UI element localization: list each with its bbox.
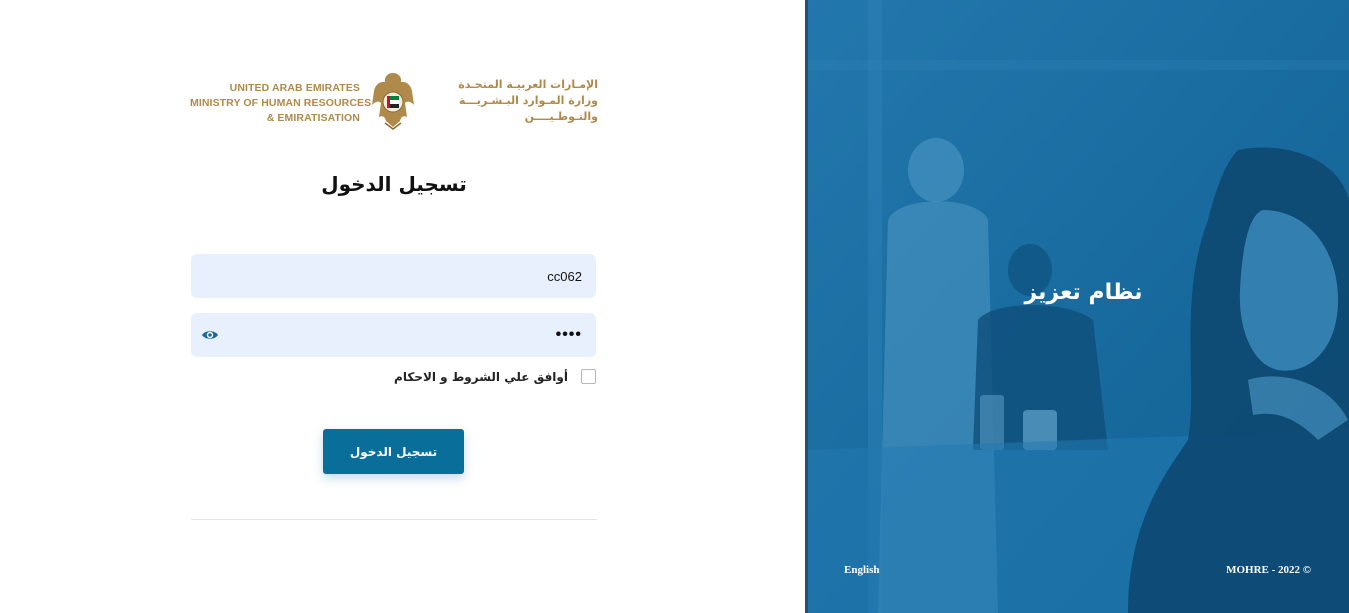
- language-switch-link[interactable]: English: [844, 564, 879, 576]
- username-input[interactable]: [231, 254, 582, 298]
- logo-en-line: MINISTRY OF HUMAN RESOURCES: [190, 97, 372, 109]
- logo-ar-line: والتـوطـيــــن: [524, 110, 598, 123]
- password-input[interactable]: [231, 313, 582, 357]
- system-name-heading: نظام تعزيز: [1024, 280, 1143, 305]
- terms-label[interactable]: أوافق علي الشروط و الاحكام: [394, 368, 568, 386]
- username-field[interactable]: [191, 254, 596, 298]
- divider: [191, 519, 597, 520]
- logo-ar-line: وزارة المـوارد البـشـريـــة: [458, 94, 598, 107]
- page-title: تسجيل الدخول: [321, 172, 467, 196]
- login-button[interactable]: تسجيل الدخول: [323, 429, 464, 474]
- ministry-logo: UNITED ARAB EMIRATES MINISTRY OF HUMAN R…: [190, 70, 598, 132]
- terms-checkbox[interactable]: [581, 369, 596, 384]
- show-password-eye-icon[interactable]: [201, 327, 219, 343]
- hero-panel: نظام تعزيز English MOHRE - 2022 ©: [805, 0, 1349, 613]
- logo-en-line: UNITED ARAB EMIRATES: [229, 82, 360, 94]
- copyright-text: MOHRE - 2022 ©: [1226, 564, 1311, 576]
- logo-english-text: UNITED ARAB EMIRATES MINISTRY OF HUMAN R…: [190, 81, 372, 126]
- password-field[interactable]: [191, 313, 596, 357]
- blue-overlay: [808, 0, 1349, 613]
- login-panel: UNITED ARAB EMIRATES MINISTRY OF HUMAN R…: [0, 0, 805, 613]
- logo-ar-line: الإمـارات العربيـة المتحـدة: [458, 78, 598, 91]
- logo-en-line: & EMIRATISATION: [266, 112, 360, 124]
- terms-agreement: أوافق علي الشروط و الاحكام: [191, 368, 596, 388]
- logo-arabic-text: الإمـارات العربيـة المتحـدة وزارة المـوا…: [426, 77, 598, 125]
- uae-emblem-icon: [372, 73, 414, 130]
